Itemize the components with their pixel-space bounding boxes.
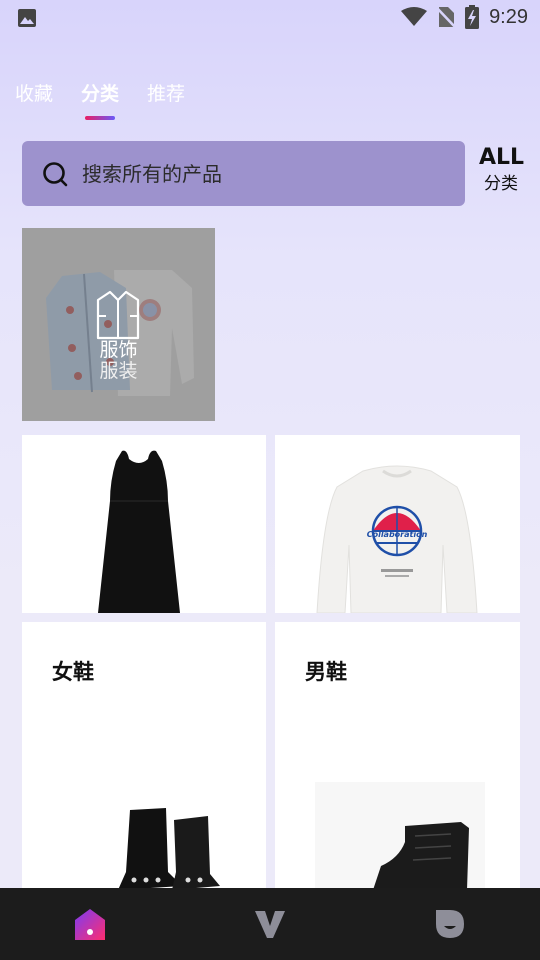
category-card-apparel[interactable]: 服饰 服装: [22, 228, 215, 421]
status-bar: 9:29: [0, 0, 540, 36]
status-time: 9:29: [489, 5, 528, 28]
top-tabs: 收藏 分类 推荐: [15, 80, 185, 124]
tab-categories[interactable]: 分类: [81, 80, 119, 120]
sweatshirt-print-text: Collaboration: [367, 530, 428, 539]
tab-recommended[interactable]: 推荐: [147, 80, 185, 120]
battery-charging-icon: [465, 5, 480, 29]
category-label-primary: 服饰: [99, 339, 138, 361]
womens-shoes-image: [118, 808, 220, 890]
no-sim-icon: [437, 7, 456, 28]
all-sub-label: 分类: [484, 174, 518, 194]
product-tile-dress[interactable]: [22, 435, 266, 613]
product-tile-womens-shoes[interactable]: 女鞋: [22, 622, 266, 892]
product-tile-sweatshirt[interactable]: Collaboration: [275, 435, 520, 613]
all-categories-button[interactable]: ALL 分类: [479, 144, 525, 196]
tab-favorites[interactable]: 收藏: [15, 80, 53, 120]
profile-d-icon[interactable]: [432, 906, 468, 942]
v-logo-icon[interactable]: [252, 906, 288, 942]
sweatshirt-image: Collaboration: [316, 465, 478, 613]
home-icon[interactable]: [72, 906, 108, 942]
dress-image: [98, 450, 180, 613]
image-icon: [18, 9, 36, 27]
search-icon: [43, 161, 68, 186]
tab-label: 分类: [81, 83, 120, 105]
bottom-nav: [0, 888, 540, 960]
search-bar[interactable]: [22, 141, 465, 206]
category-label-secondary: 服装: [99, 360, 138, 382]
active-tab-indicator: [85, 116, 116, 120]
mens-shoes-image: [315, 782, 485, 892]
search-input[interactable]: [80, 160, 444, 187]
product-tile-mens-shoes[interactable]: 男鞋: [275, 622, 520, 892]
tab-label: 推荐: [147, 83, 186, 105]
shirt-icon: [96, 290, 140, 340]
tab-label: 收藏: [15, 83, 54, 105]
wifi-icon: [401, 7, 428, 26]
all-label: ALL: [479, 145, 525, 170]
